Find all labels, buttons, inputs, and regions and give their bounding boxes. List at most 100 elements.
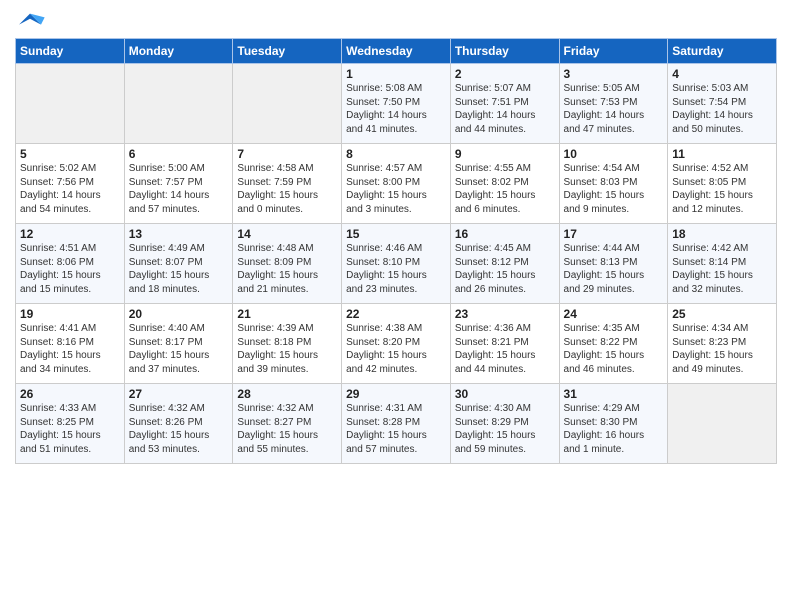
calendar-cell: 3Sunrise: 5:05 AM Sunset: 7:53 PM Daylig… — [559, 64, 668, 144]
day-number: 12 — [20, 227, 120, 241]
day-info: Sunrise: 4:29 AM Sunset: 8:30 PM Dayligh… — [564, 402, 664, 456]
day-number: 25 — [672, 307, 772, 321]
calendar-cell: 30Sunrise: 4:30 AM Sunset: 8:29 PM Dayli… — [450, 384, 559, 464]
day-number: 20 — [129, 307, 229, 321]
day-number: 14 — [237, 227, 337, 241]
day-number: 28 — [237, 387, 337, 401]
day-info: Sunrise: 4:49 AM Sunset: 8:07 PM Dayligh… — [129, 242, 229, 296]
day-number: 5 — [20, 147, 120, 161]
calendar-cell: 16Sunrise: 4:45 AM Sunset: 8:12 PM Dayli… — [450, 224, 559, 304]
calendar-table: SundayMondayTuesdayWednesdayThursdayFrid… — [15, 38, 777, 464]
page-header — [15, 10, 777, 32]
day-info: Sunrise: 4:52 AM Sunset: 8:05 PM Dayligh… — [672, 162, 772, 216]
calendar-cell: 9Sunrise: 4:55 AM Sunset: 8:02 PM Daylig… — [450, 144, 559, 224]
day-number: 15 — [346, 227, 446, 241]
calendar-cell: 19Sunrise: 4:41 AM Sunset: 8:16 PM Dayli… — [16, 304, 125, 384]
day-info: Sunrise: 4:36 AM Sunset: 8:21 PM Dayligh… — [455, 322, 555, 376]
day-info: Sunrise: 4:44 AM Sunset: 8:13 PM Dayligh… — [564, 242, 664, 296]
weekday-header-tuesday: Tuesday — [233, 39, 342, 64]
day-number: 1 — [346, 67, 446, 81]
weekday-header-friday: Friday — [559, 39, 668, 64]
calendar-cell: 4Sunrise: 5:03 AM Sunset: 7:54 PM Daylig… — [668, 64, 777, 144]
day-number: 23 — [455, 307, 555, 321]
calendar-cell: 24Sunrise: 4:35 AM Sunset: 8:22 PM Dayli… — [559, 304, 668, 384]
calendar-cell: 2Sunrise: 5:07 AM Sunset: 7:51 PM Daylig… — [450, 64, 559, 144]
calendar-cell: 8Sunrise: 4:57 AM Sunset: 8:00 PM Daylig… — [342, 144, 451, 224]
day-number: 8 — [346, 147, 446, 161]
day-number: 31 — [564, 387, 664, 401]
calendar-cell: 17Sunrise: 4:44 AM Sunset: 8:13 PM Dayli… — [559, 224, 668, 304]
day-info: Sunrise: 4:32 AM Sunset: 8:27 PM Dayligh… — [237, 402, 337, 456]
day-number: 9 — [455, 147, 555, 161]
day-number: 19 — [20, 307, 120, 321]
day-info: Sunrise: 4:45 AM Sunset: 8:12 PM Dayligh… — [455, 242, 555, 296]
day-info: Sunrise: 4:41 AM Sunset: 8:16 PM Dayligh… — [20, 322, 120, 376]
day-info: Sunrise: 4:58 AM Sunset: 7:59 PM Dayligh… — [237, 162, 337, 216]
day-info: Sunrise: 4:57 AM Sunset: 8:00 PM Dayligh… — [346, 162, 446, 216]
day-info: Sunrise: 4:31 AM Sunset: 8:28 PM Dayligh… — [346, 402, 446, 456]
day-number: 3 — [564, 67, 664, 81]
weekday-header-wednesday: Wednesday — [342, 39, 451, 64]
day-number: 4 — [672, 67, 772, 81]
day-info: Sunrise: 4:40 AM Sunset: 8:17 PM Dayligh… — [129, 322, 229, 376]
weekday-header-saturday: Saturday — [668, 39, 777, 64]
day-number: 18 — [672, 227, 772, 241]
weekday-header-monday: Monday — [124, 39, 233, 64]
calendar-cell: 12Sunrise: 4:51 AM Sunset: 8:06 PM Dayli… — [16, 224, 125, 304]
day-number: 6 — [129, 147, 229, 161]
day-number: 11 — [672, 147, 772, 161]
logo-icon — [15, 10, 45, 32]
calendar-cell: 5Sunrise: 5:02 AM Sunset: 7:56 PM Daylig… — [16, 144, 125, 224]
day-info: Sunrise: 4:38 AM Sunset: 8:20 PM Dayligh… — [346, 322, 446, 376]
calendar-cell: 28Sunrise: 4:32 AM Sunset: 8:27 PM Dayli… — [233, 384, 342, 464]
day-info: Sunrise: 4:55 AM Sunset: 8:02 PM Dayligh… — [455, 162, 555, 216]
day-number: 22 — [346, 307, 446, 321]
calendar-cell: 22Sunrise: 4:38 AM Sunset: 8:20 PM Dayli… — [342, 304, 451, 384]
calendar-cell — [233, 64, 342, 144]
calendar-cell: 7Sunrise: 4:58 AM Sunset: 7:59 PM Daylig… — [233, 144, 342, 224]
day-info: Sunrise: 5:00 AM Sunset: 7:57 PM Dayligh… — [129, 162, 229, 216]
day-info: Sunrise: 5:03 AM Sunset: 7:54 PM Dayligh… — [672, 82, 772, 136]
day-info: Sunrise: 4:34 AM Sunset: 8:23 PM Dayligh… — [672, 322, 772, 376]
calendar-cell: 27Sunrise: 4:32 AM Sunset: 8:26 PM Dayli… — [124, 384, 233, 464]
day-info: Sunrise: 5:07 AM Sunset: 7:51 PM Dayligh… — [455, 82, 555, 136]
calendar-cell: 6Sunrise: 5:00 AM Sunset: 7:57 PM Daylig… — [124, 144, 233, 224]
day-number: 13 — [129, 227, 229, 241]
weekday-header-sunday: Sunday — [16, 39, 125, 64]
calendar-cell: 31Sunrise: 4:29 AM Sunset: 8:30 PM Dayli… — [559, 384, 668, 464]
calendar-cell — [16, 64, 125, 144]
calendar-week-3: 12Sunrise: 4:51 AM Sunset: 8:06 PM Dayli… — [16, 224, 777, 304]
calendar-cell: 23Sunrise: 4:36 AM Sunset: 8:21 PM Dayli… — [450, 304, 559, 384]
day-number: 2 — [455, 67, 555, 81]
day-info: Sunrise: 4:46 AM Sunset: 8:10 PM Dayligh… — [346, 242, 446, 296]
day-number: 24 — [564, 307, 664, 321]
calendar-cell: 14Sunrise: 4:48 AM Sunset: 8:09 PM Dayli… — [233, 224, 342, 304]
day-info: Sunrise: 4:51 AM Sunset: 8:06 PM Dayligh… — [20, 242, 120, 296]
day-info: Sunrise: 4:54 AM Sunset: 8:03 PM Dayligh… — [564, 162, 664, 216]
calendar-cell — [668, 384, 777, 464]
calendar-cell: 21Sunrise: 4:39 AM Sunset: 8:18 PM Dayli… — [233, 304, 342, 384]
day-number: 16 — [455, 227, 555, 241]
calendar-cell: 20Sunrise: 4:40 AM Sunset: 8:17 PM Dayli… — [124, 304, 233, 384]
calendar-cell — [124, 64, 233, 144]
calendar-cell: 18Sunrise: 4:42 AM Sunset: 8:14 PM Dayli… — [668, 224, 777, 304]
calendar-week-2: 5Sunrise: 5:02 AM Sunset: 7:56 PM Daylig… — [16, 144, 777, 224]
day-number: 17 — [564, 227, 664, 241]
day-number: 10 — [564, 147, 664, 161]
day-info: Sunrise: 4:39 AM Sunset: 8:18 PM Dayligh… — [237, 322, 337, 376]
day-number: 30 — [455, 387, 555, 401]
calendar-body: 1Sunrise: 5:08 AM Sunset: 7:50 PM Daylig… — [16, 64, 777, 464]
day-info: Sunrise: 4:33 AM Sunset: 8:25 PM Dayligh… — [20, 402, 120, 456]
day-number: 7 — [237, 147, 337, 161]
calendar-cell: 15Sunrise: 4:46 AM Sunset: 8:10 PM Dayli… — [342, 224, 451, 304]
day-info: Sunrise: 4:42 AM Sunset: 8:14 PM Dayligh… — [672, 242, 772, 296]
weekday-header-thursday: Thursday — [450, 39, 559, 64]
day-info: Sunrise: 5:08 AM Sunset: 7:50 PM Dayligh… — [346, 82, 446, 136]
day-number: 29 — [346, 387, 446, 401]
weekday-header-row: SundayMondayTuesdayWednesdayThursdayFrid… — [16, 39, 777, 64]
calendar-week-1: 1Sunrise: 5:08 AM Sunset: 7:50 PM Daylig… — [16, 64, 777, 144]
day-info: Sunrise: 4:48 AM Sunset: 8:09 PM Dayligh… — [237, 242, 337, 296]
calendar-cell: 13Sunrise: 4:49 AM Sunset: 8:07 PM Dayli… — [124, 224, 233, 304]
calendar-cell: 29Sunrise: 4:31 AM Sunset: 8:28 PM Dayli… — [342, 384, 451, 464]
logo — [15, 10, 49, 32]
